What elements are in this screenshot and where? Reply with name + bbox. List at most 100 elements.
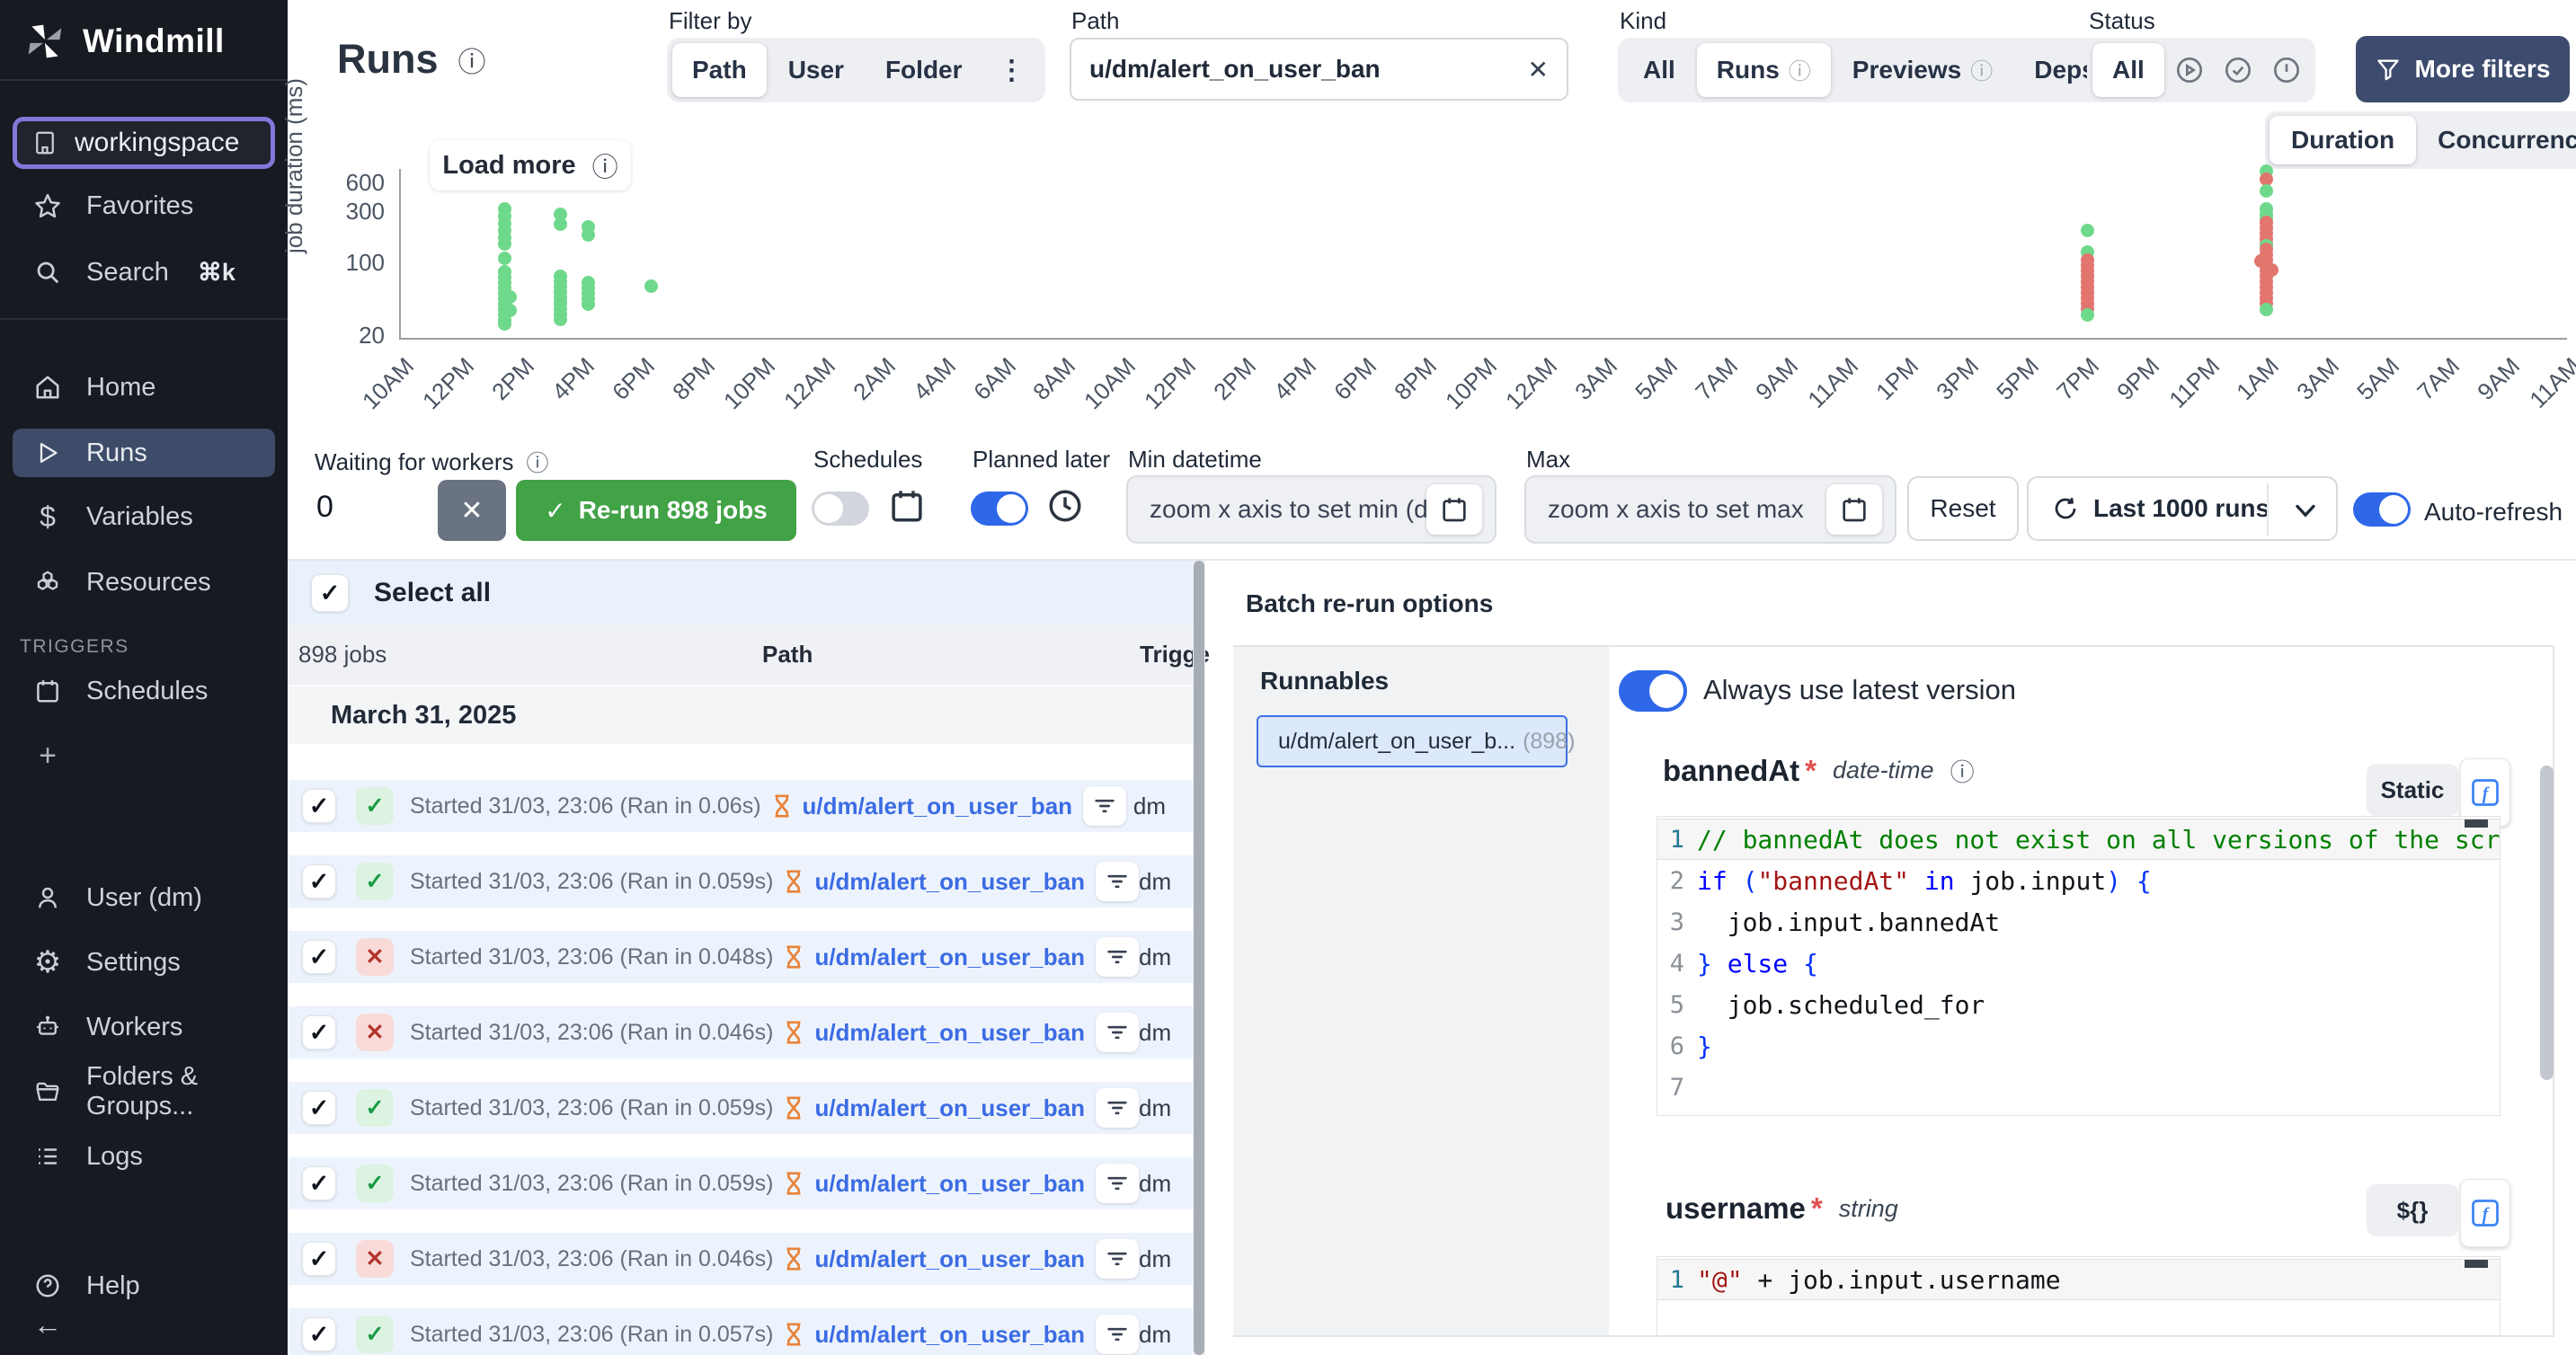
tab-concurrency[interactable]: Concurrency (2416, 116, 2576, 164)
run-row[interactable]: ✓ ✓ Started 31/03, 23:06 (Ran in 0.059s)… (288, 855, 1193, 908)
success-job-dot[interactable] (2260, 184, 2273, 198)
run-path-link[interactable]: u/dm/alert_on_user_ban (803, 793, 1073, 820)
sidebar-item-folders[interactable]: Folders & Groups... (13, 1067, 275, 1116)
filter-by-path-button[interactable] (1096, 862, 1139, 901)
success-job-dot[interactable] (503, 304, 517, 317)
more-filters-button[interactable]: More filters (2356, 36, 2570, 102)
workspace-switcher[interactable]: workingspace (13, 117, 275, 169)
max-calendar-button[interactable] (1826, 484, 1882, 535)
success-job-dot[interactable] (554, 313, 567, 326)
sidebar-item-resources[interactable]: Resources (13, 558, 275, 607)
load-more-button[interactable]: Load more ⓘ (430, 140, 631, 190)
run-path-link[interactable]: u/dm/alert_on_user_ban (814, 1245, 1085, 1273)
select-all-checkbox[interactable]: ✓ (311, 574, 349, 612)
schedules-toggle[interactable] (812, 492, 869, 526)
success-status-icon[interactable] (2215, 43, 2261, 97)
success-job-dot[interactable] (498, 237, 511, 251)
panel-scrollbar[interactable] (2540, 766, 2554, 1080)
planned-later-toggle[interactable] (971, 492, 1028, 526)
success-job-dot[interactable] (2260, 303, 2273, 316)
run-row[interactable]: ✓ ✓ Started 31/03, 23:06 (Ran in 0.057s)… (288, 1308, 1193, 1355)
info-icon[interactable]: ⓘ (1950, 753, 1975, 788)
code-line[interactable]: 7 (1657, 1067, 2500, 1108)
status-all[interactable]: All (2092, 43, 2164, 97)
kind-runs[interactable]: Runsⓘ (1697, 43, 1831, 97)
run-row[interactable]: ✓ ✓ Started 31/03, 23:06 (Ran in 0.059s)… (288, 1157, 1193, 1209)
tab-duration[interactable]: Duration (2270, 116, 2416, 164)
filter-by-path-button[interactable] (1096, 1315, 1139, 1354)
run-row[interactable]: ✓ ✕ Started 31/03, 23:06 (Ran in 0.046s)… (288, 1006, 1193, 1058)
kind-all[interactable]: All (1623, 43, 1695, 97)
always-latest-toggle[interactable] (1619, 670, 1687, 712)
filter-by-path[interactable]: Path (672, 43, 767, 97)
add-trigger-button[interactable]: + (13, 731, 275, 780)
code-line[interactable]: 3 job.input.bannedAt (1657, 901, 2500, 943)
code-line[interactable]: 1// bannedAt does not exist on all versi… (1657, 819, 2500, 860)
success-job-dot[interactable] (2081, 224, 2094, 237)
row-checkbox[interactable]: ✓ (302, 1091, 336, 1125)
rerun-jobs-button[interactable]: ✓ Re-run 898 jobs (516, 480, 796, 541)
code-line[interactable]: 2if ("bannedAt" in job.input) { (1657, 860, 2500, 901)
auto-refresh-toggle[interactable] (2353, 492, 2411, 527)
success-job-dot[interactable] (503, 290, 517, 304)
code-line[interactable]: 5 job.scheduled_for (1657, 984, 2500, 1025)
brand[interactable]: Windmill (25, 22, 225, 61)
sidebar-item-runs[interactable]: Runs (13, 429, 275, 477)
code-line[interactable]: 4} else { (1657, 943, 2500, 984)
clear-path-icon[interactable]: ✕ (1528, 55, 1549, 84)
success-job-dot[interactable] (2081, 308, 2094, 322)
run-row[interactable]: ✓ ✕ Started 31/03, 23:06 (Ran in 0.046s)… (288, 1233, 1193, 1285)
run-path-link[interactable]: u/dm/alert_on_user_ban (814, 868, 1085, 896)
success-job-dot[interactable] (582, 228, 595, 242)
success-job-dot[interactable] (644, 279, 658, 293)
sidebar-item-settings[interactable]: ⚙ Settings (13, 938, 275, 987)
run-path-link[interactable]: u/dm/alert_on_user_ban (814, 1321, 1085, 1349)
code-line[interactable]: 6} (1657, 1025, 2500, 1067)
run-path-link[interactable]: u/dm/alert_on_user_ban (814, 1019, 1085, 1047)
code-editor-username[interactable]: 1"@" + job.input.username (1657, 1256, 2500, 1336)
last-runs-split-button[interactable]: Last 1000 runs (2027, 476, 2338, 541)
runs-info-icon[interactable]: ⓘ (458, 40, 486, 80)
run-row[interactable]: ✓ ✕ Started 31/03, 23:06 (Ran in 0.048s)… (288, 931, 1193, 983)
row-checkbox[interactable]: ✓ (302, 1015, 336, 1049)
run-row[interactable]: ✓ ✓ Started 31/03, 23:06 (Ran in 0.06s) … (288, 780, 1193, 832)
run-path-link[interactable]: u/dm/alert_on_user_ban (814, 1170, 1085, 1198)
min-datetime-input[interactable]: zoom x axis to set min (dr (1126, 475, 1497, 544)
kebab-menu-icon[interactable]: ⋮ (984, 43, 1040, 97)
javascript-mode-button[interactable]: f (2460, 1179, 2510, 1247)
row-checkbox[interactable]: ✓ (302, 1317, 336, 1351)
row-checkbox[interactable]: ✓ (302, 1166, 336, 1200)
failure-job-dot[interactable] (2254, 254, 2268, 268)
row-checkbox[interactable]: ✓ (302, 940, 336, 974)
run-path-link[interactable]: u/dm/alert_on_user_ban (814, 1094, 1085, 1122)
filter-by-path-button[interactable] (1096, 1239, 1139, 1279)
filter-by-path-button[interactable] (1096, 1164, 1139, 1203)
runnable-item[interactable]: u/dm/alert_on_user_b... (898) (1257, 715, 1568, 767)
list-scrollbar[interactable] (1193, 561, 1205, 1355)
filter-by-path-button[interactable] (1096, 937, 1139, 977)
chevron-down-icon[interactable] (2289, 494, 2322, 527)
template-mode-button[interactable]: ${} (2367, 1184, 2458, 1236)
code-line[interactable]: 1"@" + job.input.username (1657, 1259, 2500, 1300)
cancel-selection-button[interactable]: ✕ (438, 480, 506, 541)
sidebar-item-workers[interactable]: Workers (13, 1003, 275, 1051)
sidebar-item-home[interactable]: Home (13, 363, 275, 412)
filter-by-path-button[interactable] (1096, 1088, 1139, 1128)
running-status-icon[interactable] (2166, 43, 2213, 97)
filter-by-path-button[interactable] (1096, 1013, 1139, 1052)
run-row[interactable]: ✓ ✓ Started 31/03, 23:06 (Ran in 0.059s)… (288, 1082, 1193, 1134)
sidebar-item-variables[interactable]: $ Variables (13, 492, 275, 541)
sidebar-item-search[interactable]: Search ⌘k (13, 248, 275, 297)
kind-previews[interactable]: Previewsⓘ (1833, 43, 2012, 97)
success-job-dot[interactable] (582, 297, 595, 311)
failure-job-dot[interactable] (2265, 263, 2278, 277)
filter-by-folder[interactable]: Folder (866, 43, 982, 97)
failure-status-icon[interactable] (2263, 43, 2310, 97)
static-mode-button[interactable]: Static (2367, 764, 2458, 816)
success-job-dot[interactable] (498, 317, 511, 331)
row-checkbox[interactable]: ✓ (302, 789, 336, 823)
reset-button[interactable]: Reset (1907, 476, 2019, 541)
max-datetime-input[interactable]: zoom x axis to set max (1524, 475, 1896, 544)
success-job-dot[interactable] (554, 217, 567, 231)
sidebar-item-schedules[interactable]: Schedules (13, 667, 275, 715)
